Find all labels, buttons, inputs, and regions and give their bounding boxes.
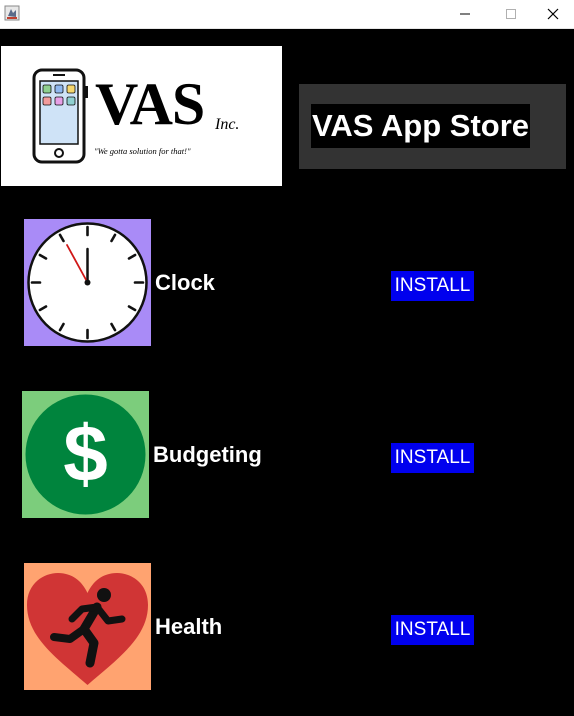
maximize-button[interactable] <box>488 0 534 28</box>
budgeting-app-tile: $ <box>22 391 149 518</box>
app-name-clock: Clock <box>155 270 215 295</box>
close-button[interactable] <box>532 0 574 28</box>
title-bar <box>0 0 574 29</box>
maximize-icon <box>506 9 516 19</box>
vas-logo: VAS Inc. "We gotta solution for that!" <box>1 46 282 186</box>
install-health-button[interactable]: INSTALL <box>391 615 474 645</box>
health-app-tile <box>24 563 151 690</box>
store-title: VAS App Store <box>311 104 531 148</box>
logo-suffix-text: Inc. <box>215 116 240 133</box>
dollar-icon: $ <box>25 394 146 515</box>
clock-app-tile <box>24 219 151 346</box>
java-app-icon <box>4 5 20 21</box>
close-icon <box>547 8 559 20</box>
logo-tagline: "We gotta solution for that!" <box>94 146 191 156</box>
store-title-panel: VAS App Store <box>299 84 566 169</box>
logo-brand-text: VAS <box>95 71 205 137</box>
heart-runner-icon <box>27 573 148 685</box>
content-area: VAS Inc. "We gotta solution for that!" V… <box>0 29 574 716</box>
minimize-icon <box>460 13 470 15</box>
install-clock-button[interactable]: INSTALL <box>391 271 474 301</box>
svg-text:$: $ <box>63 409 108 498</box>
clock-icon <box>27 222 148 343</box>
app-name-health: Health <box>155 614 223 639</box>
minimize-button[interactable] <box>442 0 488 28</box>
app-name-budgeting: Budgeting <box>153 442 262 467</box>
install-budgeting-button[interactable]: INSTALL <box>391 443 474 473</box>
app-window: VAS Inc. "We gotta solution for that!" V… <box>0 0 574 716</box>
smartphone-icon <box>32 68 88 164</box>
